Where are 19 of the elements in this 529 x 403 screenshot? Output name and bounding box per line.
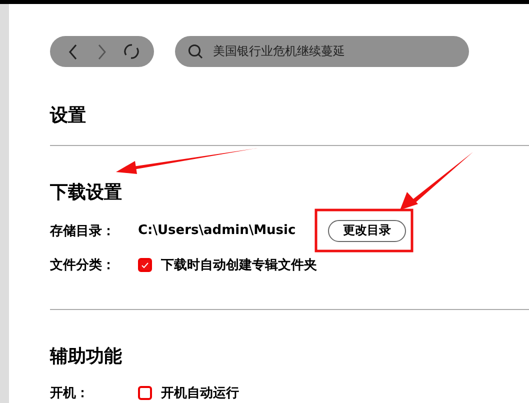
search-icon: [188, 44, 203, 59]
setting-label: 文件分类：: [50, 256, 116, 274]
directory-path: C:\Users\admin\Music: [138, 223, 297, 238]
checkbox-label: 下载时自动创建专辑文件夹: [161, 256, 317, 274]
checkbox[interactable]: [138, 258, 152, 272]
checkbox[interactable]: [138, 386, 152, 400]
chevron-right-icon: [96, 44, 108, 60]
refresh-button[interactable]: [121, 42, 142, 62]
setting-label: 存储目录：: [50, 222, 116, 240]
checkbox-label: 开机自动运行: [161, 385, 239, 402]
refresh-icon: [122, 43, 140, 60]
section-title: 辅助功能: [50, 344, 122, 368]
check-icon: [141, 262, 149, 269]
change-directory-button[interactable]: 更改目录: [328, 220, 406, 242]
page-title: 设置: [50, 104, 86, 127]
search-field[interactable]: 美国银行业危机继续蔓延: [175, 36, 469, 67]
chevron-left-icon: [66, 44, 79, 60]
section-title: 下载设置: [50, 180, 122, 204]
setting-label: 开机：: [50, 385, 90, 402]
